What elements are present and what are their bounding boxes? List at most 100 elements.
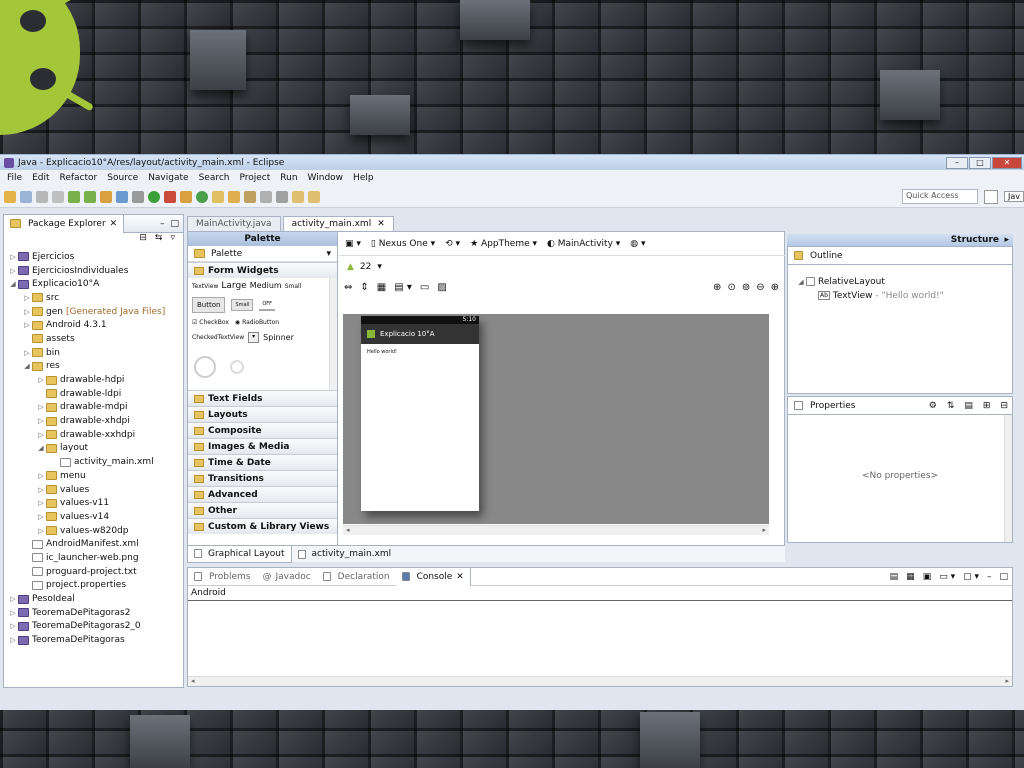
- device-selector[interactable]: ▯ Nexus One ▾: [371, 239, 435, 249]
- avd-manager-icon[interactable]: [84, 190, 96, 203]
- palette-dropdown[interactable]: Palette: [211, 249, 323, 259]
- minimize-icon[interactable]: –: [987, 572, 992, 582]
- design-canvas[interactable]: 5:10 Explicacio 10°A Hello world!: [343, 314, 769, 524]
- canvas-horizontal-scrollbar[interactable]: ◂ ▸: [343, 525, 769, 535]
- menu-project[interactable]: Project: [234, 173, 275, 183]
- tree-expand-icon[interactable]: ▷: [36, 486, 46, 494]
- open-folder-icon[interactable]: [228, 190, 240, 203]
- tree-item[interactable]: ▷ TeoremaDePitagoras: [4, 633, 183, 647]
- tab-outline[interactable]: Outline: [788, 247, 849, 265]
- display-console-icon[interactable]: ▭ ▾: [939, 572, 955, 582]
- tree-expand-icon[interactable]: ◢: [22, 362, 32, 370]
- zoom-fit-icon[interactable]: ⊕: [713, 282, 721, 293]
- console-scrollbar[interactable]: ◂ ▸: [188, 676, 1012, 686]
- palette-category[interactable]: Text Fields: [188, 390, 337, 406]
- scroll-lock-icon[interactable]: ▦: [906, 572, 915, 582]
- close-button[interactable]: ✕: [992, 156, 1022, 169]
- toggle-fill-height-icon[interactable]: ⇕: [360, 282, 368, 293]
- expand-all-icon[interactable]: ⊞: [983, 401, 991, 411]
- view-menu-icon[interactable]: ▿: [170, 233, 175, 247]
- margins-icon[interactable]: ▨: [437, 282, 446, 293]
- lint-icon[interactable]: [100, 190, 112, 203]
- tree-expand-icon[interactable]: ▷: [36, 527, 46, 535]
- tree-item[interactable]: ▷ TeoremaDePitagoras2_0: [4, 620, 183, 634]
- zoom-real-icon[interactable]: ⊙: [727, 282, 735, 293]
- tree-expand-icon[interactable]: ▷: [8, 595, 18, 603]
- menu-edit[interactable]: Edit: [27, 173, 54, 183]
- tree-item[interactable]: ic_launcher-web.png: [4, 551, 183, 565]
- tree-item[interactable]: assets: [4, 332, 183, 346]
- grid-icon[interactable]: ▤ ▾: [394, 282, 412, 293]
- widget-spinner[interactable]: Spinner: [263, 333, 294, 342]
- outline-item-relativelayout[interactable]: ◢ RelativeLayout: [796, 275, 1012, 289]
- tree-item[interactable]: ▷ drawable-hdpi: [4, 373, 183, 387]
- tree-item[interactable]: ▷ menu: [4, 469, 183, 483]
- tree-expand-icon[interactable]: ◢: [8, 280, 18, 288]
- toggle-fill-width-icon[interactable]: ⇔: [344, 282, 352, 293]
- open-perspective-icon[interactable]: [984, 189, 998, 204]
- open-console-icon[interactable]: ▢ ▾: [963, 572, 979, 582]
- new-icon[interactable]: [4, 190, 16, 203]
- java-perspective-button[interactable]: Jav: [1004, 191, 1024, 202]
- link-editor-icon[interactable]: ⇆: [155, 233, 163, 247]
- tree-expand-icon[interactable]: ▷: [22, 321, 32, 329]
- palette-category[interactable]: Other: [188, 502, 337, 518]
- minimize-button[interactable]: –: [946, 156, 968, 169]
- chevron-down-icon[interactable]: ▾: [326, 249, 337, 259]
- widget-small-text[interactable]: Small: [285, 283, 302, 290]
- tree-expand-icon[interactable]: ▷: [8, 253, 18, 261]
- tree-expand-icon[interactable]: ▷: [8, 622, 18, 630]
- widget-radiobutton[interactable]: ◉ RadioButton: [235, 319, 279, 326]
- widget-medium-text[interactable]: Medium: [250, 281, 282, 290]
- new-package-icon[interactable]: [196, 190, 208, 203]
- maximize-icon[interactable]: □: [999, 572, 1008, 582]
- back-icon[interactable]: [292, 190, 304, 203]
- baseline-icon[interactable]: ▭: [420, 282, 429, 293]
- palette-category[interactable]: Transitions: [188, 470, 337, 486]
- categories-icon[interactable]: ⚙: [929, 401, 937, 411]
- palette-category[interactable]: Images & Media: [188, 438, 337, 454]
- tab-activity-main-xml[interactable]: activity_main.xml ✕: [282, 216, 394, 231]
- theme-selector[interactable]: ★ AppTheme ▾: [470, 239, 537, 249]
- menu-source[interactable]: Source: [102, 173, 143, 183]
- api-level-selector[interactable]: 22: [360, 262, 371, 272]
- tree-item[interactable]: ▷ Android 4.3.1: [4, 318, 183, 332]
- widget-checkbox[interactable]: ☑ CheckBox: [192, 319, 229, 326]
- palette-category[interactable]: Composite: [188, 422, 337, 438]
- widget-small-button[interactable]: Small: [231, 299, 254, 311]
- tab-problems[interactable]: Problems: [188, 568, 256, 586]
- tree-item[interactable]: ▷ drawable-xhdpi: [4, 414, 183, 428]
- debug-icon[interactable]: [132, 190, 144, 203]
- zoom-in-icon[interactable]: ⊕: [771, 282, 779, 293]
- close-icon[interactable]: ✕: [110, 219, 118, 229]
- zoom-100-icon[interactable]: ⊚: [742, 282, 750, 293]
- menu-search[interactable]: Search: [194, 173, 235, 183]
- tree-item[interactable]: ▷ TeoremaDePitagoras2: [4, 606, 183, 620]
- widget-checkedtextview[interactable]: CheckedTextView: [192, 334, 244, 341]
- tab-javadoc[interactable]: @ Javadoc: [256, 568, 316, 586]
- tree-expand-icon[interactable]: ▷: [22, 294, 32, 302]
- tree-item[interactable]: ◢ Explicacio10°A: [4, 277, 183, 291]
- tree-item[interactable]: ▷ drawable-mdpi: [4, 401, 183, 415]
- new-class-icon[interactable]: [180, 190, 192, 203]
- menu-window[interactable]: Window: [303, 173, 349, 183]
- locale-icon[interactable]: ◍ ▾: [630, 239, 645, 249]
- tree-item[interactable]: ▷ values-v14: [4, 510, 183, 524]
- menu-run[interactable]: Run: [275, 173, 302, 183]
- run-icon[interactable]: [148, 190, 160, 203]
- tree-expand-icon[interactable]: ▷: [8, 609, 18, 617]
- tree-expand-icon[interactable]: ▷: [8, 267, 18, 275]
- tree-expand-icon[interactable]: ▷: [36, 376, 46, 384]
- tree-expand-icon[interactable]: ▷: [22, 308, 32, 316]
- tree-item[interactable]: ▷ values-v11: [4, 496, 183, 510]
- tree-item[interactable]: drawable-ldpi: [4, 387, 183, 401]
- palette-category[interactable]: Layouts: [188, 406, 337, 422]
- tree-item[interactable]: ▷ PesoIdeal: [4, 592, 183, 606]
- maximize-icon[interactable]: □: [170, 219, 179, 229]
- properties-scrollbar[interactable]: [1004, 415, 1012, 542]
- tab-graphical-layout[interactable]: Graphical Layout: [187, 545, 292, 563]
- forward-icon[interactable]: [308, 190, 320, 203]
- widget-toggle-button[interactable]: OFF: [259, 299, 276, 311]
- widget-textview[interactable]: TextView: [192, 283, 218, 290]
- annotation-icon[interactable]: [260, 190, 272, 203]
